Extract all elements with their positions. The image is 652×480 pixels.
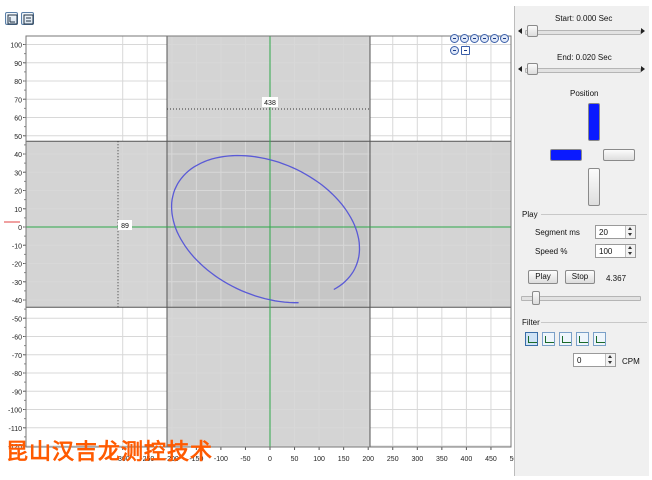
start-slider-thumb[interactable] — [527, 25, 538, 37]
y-tick-label: -70 — [12, 353, 22, 360]
end-slider-thumb[interactable] — [527, 63, 538, 75]
position-up-button[interactable] — [588, 103, 600, 141]
end-slider[interactable] — [525, 68, 641, 73]
segment-value: 20 — [599, 228, 608, 237]
x-tick-label: 100 — [313, 456, 325, 463]
filter-unit-label: CPM — [622, 357, 640, 366]
start-label: Start: 0.000 Sec — [555, 14, 613, 23]
position-label: Position — [570, 89, 599, 98]
start-left-arrow-icon[interactable] — [518, 28, 522, 34]
play-group-divider — [541, 214, 647, 215]
filter-input[interactable]: 0 — [573, 353, 616, 367]
filter-value: 0 — [577, 356, 582, 365]
control-panel: Start: 0.000 Sec End: 0.020 Sec Position… — [514, 6, 649, 476]
y-tick-label: 70 — [14, 97, 22, 104]
plot-area[interactable]: 1009080706050403020100-10-20-30-40-50-60… — [0, 0, 514, 480]
watermark-text: 昆山汉吉龙测控技术 — [6, 440, 214, 465]
x-tick-label: 450 — [485, 456, 497, 463]
x-tick-label: 0 — [268, 456, 272, 463]
y-tick-label: 80 — [14, 79, 22, 86]
segment-label: Segment ms — [535, 228, 580, 237]
x-tick-label: -50 — [240, 456, 250, 463]
start-right-arrow-icon[interactable] — [641, 28, 645, 34]
zoom-out-x-icon[interactable] — [470, 34, 479, 43]
end-right-arrow-icon[interactable] — [641, 66, 645, 72]
play-button[interactable]: Play — [528, 270, 558, 284]
x-tick-label: 250 — [387, 456, 399, 463]
zoom-out-icon[interactable] — [490, 34, 499, 43]
y-tick-label: 20 — [14, 189, 22, 196]
x-tick-label: 400 — [461, 456, 473, 463]
y-tick-label: -80 — [12, 371, 22, 378]
y-tick-label: 30 — [14, 170, 22, 177]
y-tick-label: 50 — [14, 134, 22, 141]
y-tick-label: 40 — [14, 152, 22, 159]
zoom-in-x-icon[interactable] — [460, 34, 469, 43]
app-window: 100 90 80 70 60 50 40 30 20 10 0 -10 -20 -30 -40 -50 -60… — [0, 0, 652, 480]
zoom-fit-icon[interactable] — [500, 34, 509, 43]
filter-spinner[interactable] — [605, 354, 615, 366]
x-tick-label: -100 — [214, 456, 228, 463]
x-tick-label: 50 — [291, 456, 299, 463]
zoom-in-icon[interactable] — [480, 34, 489, 43]
y-tick-label: -110 — [9, 426, 23, 433]
end-left-arrow-icon[interactable] — [518, 66, 522, 72]
y-tick-label: -10 — [12, 243, 22, 250]
zoom-box-icon[interactable] — [450, 46, 459, 55]
y-tick-label: 90 — [14, 61, 22, 68]
y-tick-label: 60 — [14, 116, 22, 123]
segment-input[interactable]: 20 — [595, 225, 636, 239]
speed-label: Speed % — [535, 247, 568, 256]
y-tick-label: -50 — [12, 316, 22, 323]
y-tick-label: -40 — [12, 298, 22, 305]
cursor-y-label: 438 — [264, 100, 276, 107]
stop-button[interactable]: Stop — [565, 270, 595, 284]
cursor-x-label: 89 — [121, 223, 129, 230]
position-right-button[interactable] — [603, 149, 635, 161]
y-tick-label: -60 — [12, 335, 22, 342]
y-tick-label: 0 — [18, 225, 22, 232]
crosshair-add-icon[interactable] — [461, 46, 470, 55]
filter-custom-icon[interactable] — [593, 332, 606, 346]
speed-value: 100 — [599, 247, 613, 256]
y-tick-label: -90 — [12, 389, 22, 396]
x-tick-label: 350 — [436, 456, 448, 463]
x-tick-label: 200 — [362, 456, 374, 463]
start-slider[interactable] — [525, 30, 641, 35]
y-tick-label: -30 — [12, 280, 22, 287]
play-slider-thumb[interactable] — [532, 291, 540, 305]
position-left-button[interactable] — [550, 149, 582, 161]
filter-highpass-icon[interactable] — [542, 332, 555, 346]
end-label: End: 0.020 Sec — [557, 53, 612, 62]
x-tick-label: 150 — [338, 456, 350, 463]
filter-notch-icon[interactable] — [576, 332, 589, 346]
speed-input[interactable]: 100 — [595, 244, 636, 258]
segment-spinner[interactable] — [625, 226, 635, 238]
filter-bandpass-icon[interactable] — [559, 332, 572, 346]
y-tick-label: -100 — [8, 408, 22, 415]
zoom-reset-icon[interactable] — [450, 34, 459, 43]
y-tick-label: 100 — [10, 43, 22, 50]
x-tick-label: 300 — [411, 456, 423, 463]
filter-lowpass-icon[interactable] — [525, 332, 538, 346]
cursor-overlap — [167, 141, 370, 308]
position-down-button[interactable] — [588, 168, 600, 206]
filter-group-label: Filter — [522, 318, 540, 327]
play-group-label: Play — [522, 210, 538, 219]
play-readout: 4.367 — [606, 274, 627, 283]
y-tick-label: 10 — [14, 207, 22, 214]
speed-spinner[interactable] — [625, 245, 635, 257]
y-tick-label: -20 — [12, 262, 22, 269]
filter-group-divider — [541, 322, 647, 323]
